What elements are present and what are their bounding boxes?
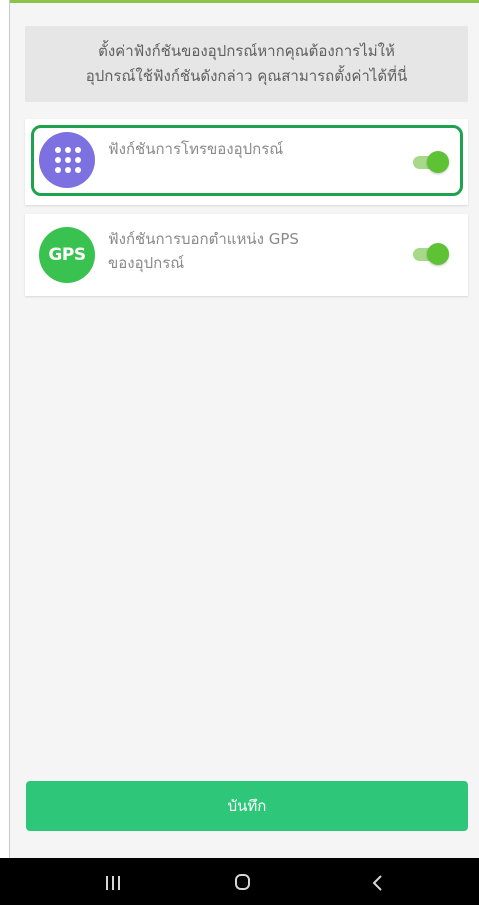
home-icon[interactable] — [235, 874, 250, 890]
system-nav-bar — [0, 858, 479, 905]
banner-line-1: ตั้งค่าฟังก์ชันของอุปกรณ์หากคุณต้องการไม… — [98, 42, 395, 60]
left-divider — [9, 0, 10, 858]
phone-function-card: ฟังก์ชันการโทรของอุปกรณ์ — [25, 119, 468, 205]
info-banner: ตั้งค่าฟังก์ชันของอุปกรณ์หากคุณต้องการไม… — [25, 26, 468, 102]
gps-function-label-line-1: ฟังก์ชันการบอกตำแหน่ง GPS — [108, 230, 299, 248]
top-accent-bar — [10, 0, 479, 3]
recent-apps-icon[interactable] — [106, 876, 120, 890]
toggle-knob — [427, 243, 449, 265]
gps-icon-text: GPS — [48, 245, 86, 265]
banner-line-2: อุปกรณ์ใช้ฟังก์ชันดังกล่าว คุณสามารถตั้ง… — [85, 67, 408, 85]
save-button[interactable]: บันทึก — [26, 781, 468, 831]
gps-function-toggle[interactable] — [413, 243, 449, 265]
gps-function-card: GPS ฟังก์ชันการบอกตำแหน่ง GPS ของอุปกรณ์ — [25, 214, 468, 296]
phone-function-label-line: ฟังก์ชันการโทรของอุปกรณ์ — [108, 140, 284, 158]
dial-grid-icon — [39, 132, 95, 188]
phone-function-toggle[interactable] — [413, 151, 449, 173]
phone-function-label: ฟังก์ชันการโทรของอุปกรณ์ — [108, 137, 283, 161]
settings-screen: ตั้งค่าฟังก์ชันของอุปกรณ์หากคุณต้องการไม… — [0, 0, 479, 905]
toggle-knob — [427, 151, 449, 173]
gps-function-label: ฟังก์ชันการบอกตำแหน่ง GPS ของอุปกรณ์ — [108, 227, 299, 275]
back-icon[interactable] — [369, 873, 385, 893]
gps-icon: GPS — [39, 227, 95, 283]
gps-function-label-line-2: ของอุปกรณ์ — [108, 254, 185, 272]
left-edge-panel — [0, 0, 9, 858]
